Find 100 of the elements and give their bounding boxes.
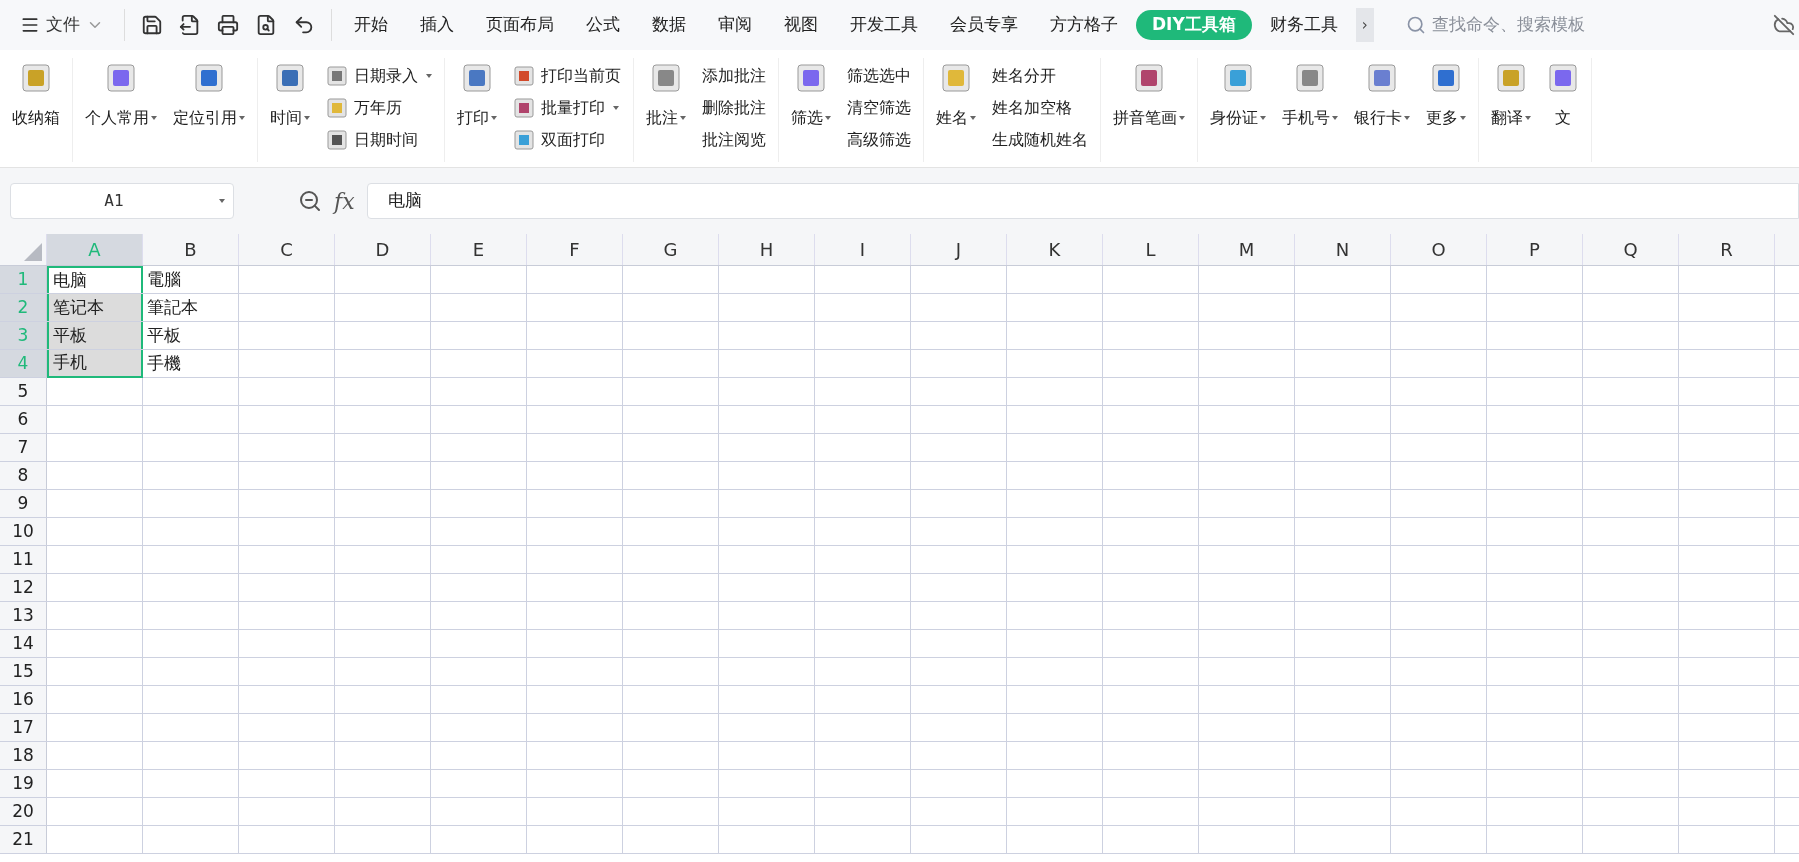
ribbon-button[interactable]: 文 bbox=[1539, 58, 1587, 158]
ribbon-button[interactable]: 姓名 bbox=[928, 58, 984, 158]
menu-icon bbox=[20, 15, 40, 35]
column-header[interactable]: Q bbox=[1583, 234, 1679, 265]
ribbon-button[interactable]: 身份证 bbox=[1202, 58, 1274, 158]
ribbon-tab[interactable]: 公式 bbox=[572, 10, 634, 40]
column-header[interactable]: R bbox=[1679, 234, 1775, 265]
ribbon-button[interactable]: 翻译 bbox=[1483, 58, 1539, 158]
tool-icon bbox=[274, 62, 306, 94]
column-header[interactable]: K bbox=[1007, 234, 1103, 265]
column-header[interactable]: H bbox=[719, 234, 815, 265]
cloud-icon[interactable] bbox=[1773, 14, 1795, 36]
ribbon-tab[interactable]: 方方格子 bbox=[1036, 10, 1132, 40]
ribbon-small-button[interactable]: 添加批注 bbox=[702, 63, 766, 89]
column-header[interactable]: B bbox=[143, 234, 239, 265]
row-header[interactable]: 15 bbox=[0, 658, 47, 685]
column-header[interactable]: C bbox=[239, 234, 335, 265]
ribbon-button[interactable]: 银行卡 bbox=[1346, 58, 1418, 158]
ribbon-small-button[interactable]: 生成随机姓名 bbox=[992, 127, 1088, 153]
caret-icon bbox=[219, 199, 225, 203]
ribbon-button[interactable]: 时间 bbox=[262, 58, 318, 158]
ribbon-small-button[interactable]: 万年历 bbox=[326, 95, 432, 121]
search-icon bbox=[1405, 15, 1426, 35]
tool-icon bbox=[795, 62, 827, 94]
ribbon-small-button[interactable]: 日期录入 bbox=[326, 63, 432, 89]
ribbon-tab[interactable]: 开始 bbox=[340, 10, 402, 40]
ribbon-small-button[interactable]: 清空筛选 bbox=[847, 95, 911, 121]
ribbon-button[interactable]: 个人常用 bbox=[77, 58, 165, 158]
column-header[interactable]: N bbox=[1295, 234, 1391, 265]
ribbon-small-button[interactable]: 批注阅览 bbox=[702, 127, 766, 153]
row-header[interactable]: 10 bbox=[0, 518, 47, 545]
print-preview-icon[interactable] bbox=[255, 14, 277, 36]
ribbon-button[interactable]: 拼音笔画 bbox=[1105, 58, 1193, 158]
ribbon-button[interactable]: 批注 bbox=[638, 58, 694, 158]
ribbon-button[interactable]: 更多 bbox=[1418, 58, 1474, 158]
row-header[interactable]: 19 bbox=[0, 770, 47, 797]
ribbon-small-button[interactable]: 姓名加空格 bbox=[992, 95, 1088, 121]
search-field[interactable]: 查找命令、搜索模板 bbox=[1405, 12, 1666, 38]
caret-icon bbox=[1525, 116, 1531, 120]
row-header[interactable]: 11 bbox=[0, 546, 47, 573]
ribbon-button[interactable]: 收纳箱 bbox=[4, 58, 68, 158]
ribbon-button[interactable]: 打印 bbox=[449, 58, 505, 158]
undo-icon[interactable] bbox=[293, 14, 315, 36]
ribbon-small-button[interactable]: 姓名分开 bbox=[992, 63, 1088, 89]
row-header[interactable]: 21 bbox=[0, 826, 47, 853]
more-tabs-button[interactable]: › bbox=[1355, 8, 1374, 42]
ribbon-small-button[interactable]: 双面打印 bbox=[513, 127, 621, 153]
file-menu[interactable]: 文件 bbox=[0, 12, 116, 38]
column-header[interactable]: J bbox=[911, 234, 1007, 265]
tool-icon bbox=[513, 97, 535, 119]
ribbon-small-button[interactable]: 日期时间 bbox=[326, 127, 432, 153]
row-header[interactable]: 18 bbox=[0, 742, 47, 769]
ribbon-small-button[interactable]: 高级筛选 bbox=[847, 127, 911, 153]
caret-icon bbox=[1260, 116, 1266, 120]
ribbon-tab[interactable]: 视图 bbox=[770, 10, 832, 40]
ribbon-tab[interactable]: 会员专享 bbox=[936, 10, 1032, 40]
ribbon-tab[interactable]: 财务工具 bbox=[1255, 10, 1352, 40]
row-header[interactable]: 16 bbox=[0, 686, 47, 713]
ribbon-small-button[interactable]: 打印当前页 bbox=[513, 63, 621, 89]
row-header[interactable]: 8 bbox=[0, 462, 47, 489]
caret-icon bbox=[239, 116, 245, 120]
ribbon-button[interactable]: 筛选 bbox=[783, 58, 839, 158]
column-header[interactable]: F bbox=[527, 234, 623, 265]
caret-icon bbox=[613, 106, 619, 110]
zoom-out-icon[interactable] bbox=[298, 189, 322, 213]
name-box[interactable]: A1 bbox=[10, 183, 234, 219]
column-header[interactable]: M bbox=[1199, 234, 1295, 265]
function-icon[interactable]: fx bbox=[334, 184, 355, 218]
row-header[interactable]: 6 bbox=[0, 406, 47, 433]
row-header[interactable]: 5 bbox=[0, 378, 47, 405]
row-header[interactable]: 13 bbox=[0, 602, 47, 629]
ribbon-small-button[interactable]: 删除批注 bbox=[702, 95, 766, 121]
save-icon[interactable] bbox=[141, 14, 163, 36]
ribbon-tab[interactable]: 插入 bbox=[406, 10, 468, 40]
column-header[interactable]: O bbox=[1391, 234, 1487, 265]
column-header[interactable]: I bbox=[815, 234, 911, 265]
row-header[interactable]: 12 bbox=[0, 574, 47, 601]
column-header[interactable]: G bbox=[623, 234, 719, 265]
print-icon[interactable] bbox=[217, 14, 239, 36]
ribbon-small-button[interactable]: 筛选选中 bbox=[847, 63, 911, 89]
column-header[interactable]: D bbox=[335, 234, 431, 265]
column-header[interactable]: P bbox=[1487, 234, 1583, 265]
table-cell: 筆記本 bbox=[143, 294, 239, 321]
ribbon-button[interactable]: 定位引用 bbox=[165, 58, 253, 158]
row-header[interactable]: 7 bbox=[0, 434, 47, 461]
ribbon-button[interactable]: 手机号 bbox=[1274, 58, 1346, 158]
caret-icon bbox=[1404, 116, 1410, 120]
row-header[interactable]: 17 bbox=[0, 714, 47, 741]
export-icon[interactable] bbox=[179, 14, 201, 36]
row-header[interactable]: 9 bbox=[0, 490, 47, 517]
formula-field[interactable]: 电脑 bbox=[366, 183, 1799, 219]
row-header[interactable]: 14 bbox=[0, 630, 47, 657]
row-header[interactable]: 20 bbox=[0, 798, 47, 825]
ribbon-tab[interactable]: 页面布局 bbox=[472, 10, 568, 40]
column-header[interactable]: E bbox=[431, 234, 527, 265]
ribbon-tab[interactable]: 审阅 bbox=[704, 10, 766, 40]
ribbon-small-button[interactable]: 批量打印 bbox=[513, 95, 621, 121]
ribbon-tab[interactable]: 开发工具 bbox=[836, 10, 932, 40]
ribbon-tab[interactable]: 数据 bbox=[638, 10, 700, 40]
column-header[interactable]: L bbox=[1103, 234, 1199, 265]
